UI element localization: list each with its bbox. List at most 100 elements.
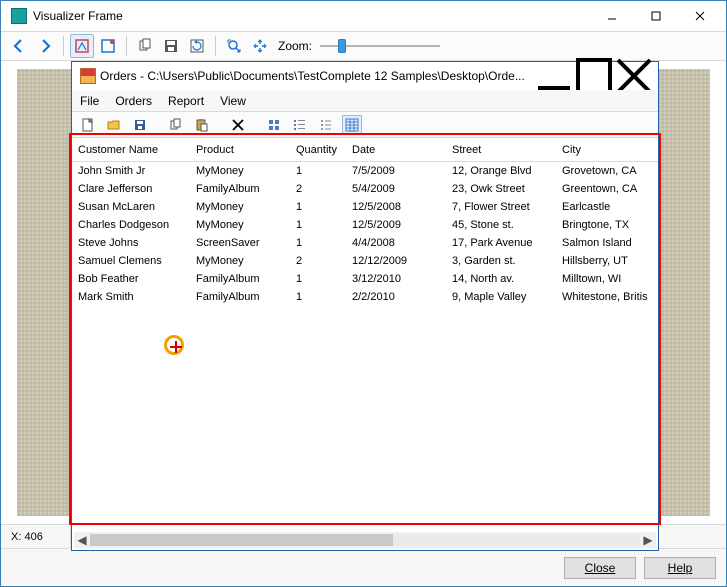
list-icon[interactable] [316, 115, 336, 135]
help-button[interactable]: Help [644, 557, 716, 579]
cell: FamilyAlbum [190, 183, 290, 195]
cell: 12/12/2009 [346, 255, 446, 267]
cell: 1 [290, 201, 346, 213]
cell: Hillsberry, UT [556, 255, 656, 267]
table-row[interactable]: Charles DodgesonMyMoney112/5/200945, Sto… [72, 216, 658, 234]
footer: Close Help [1, 548, 726, 586]
maximize-button[interactable] [634, 2, 678, 30]
save-button[interactable] [159, 34, 183, 58]
cell: 12/5/2008 [346, 201, 446, 213]
cell: 45, Stone st. [446, 219, 556, 231]
menu-view[interactable]: View [220, 94, 246, 108]
cell: 14, North av. [446, 273, 556, 285]
separator [126, 36, 127, 56]
cell: FamilyAlbum [190, 291, 290, 303]
nav-forward-button[interactable] [33, 34, 57, 58]
table-row[interactable]: Susan McLarenMyMoney112/5/20087, Flower … [72, 198, 658, 216]
cell: Whitestone, Britis [556, 291, 656, 303]
scroll-right-icon[interactable]: ▶ [640, 532, 656, 548]
details-icon[interactable] [342, 115, 362, 135]
menu-orders[interactable]: Orders [115, 94, 152, 108]
cell: MyMoney [190, 255, 290, 267]
separator [63, 36, 64, 56]
col-product[interactable]: Product [190, 144, 290, 156]
cell: Susan McLaren [72, 201, 190, 213]
table-row[interactable]: Clare JeffersonFamilyAlbum25/4/200923, O… [72, 180, 658, 198]
open-icon[interactable] [104, 115, 124, 135]
scroll-left-icon[interactable]: ◀ [74, 532, 90, 548]
app-icon [11, 8, 27, 24]
inner-maximize-button[interactable] [574, 63, 614, 89]
col-date[interactable]: Date [346, 144, 446, 156]
cell: ScreenSaver [190, 237, 290, 249]
inner-close-button[interactable] [614, 63, 654, 89]
table-row[interactable]: Mark SmithFamilyAlbum12/2/20109, Maple V… [72, 288, 658, 306]
cell: Steve Johns [72, 237, 190, 249]
orders-window: Orders - C:\Users\Public\Documents\TestC… [71, 61, 659, 551]
delete-icon[interactable] [228, 115, 248, 135]
cell: Samuel Clemens [72, 255, 190, 267]
zoom-fit-button[interactable] [222, 34, 246, 58]
cell: 1 [290, 165, 346, 177]
table-row[interactable]: John Smith JrMyMoney17/5/200912, Orange … [72, 162, 658, 180]
copy-icon[interactable] [166, 115, 186, 135]
cell: 2 [290, 255, 346, 267]
zoom-100-button[interactable] [248, 34, 272, 58]
horizontal-scrollbar[interactable]: ◀ ▶ [74, 532, 656, 548]
save-icon[interactable] [130, 115, 150, 135]
cell: Clare Jefferson [72, 183, 190, 195]
inner-titlebar: Orders - C:\Users\Public\Documents\TestC… [72, 62, 658, 90]
col-customer[interactable]: Customer Name [72, 144, 190, 156]
cell: 17, Park Avenue [446, 237, 556, 249]
cell: 1 [290, 237, 346, 249]
inner-menubar: File Orders Report View [72, 90, 658, 112]
col-street[interactable]: Street [446, 144, 556, 156]
menu-report[interactable]: Report [168, 94, 204, 108]
large-icons-icon[interactable] [264, 115, 284, 135]
table-row[interactable]: Samuel ClemensMyMoney212/12/20093, Garde… [72, 252, 658, 270]
canvas: Orders - C:\Users\Public\Documents\TestC… [1, 61, 726, 524]
highlight-button[interactable] [70, 34, 94, 58]
table-row[interactable]: Steve JohnsScreenSaver14/4/200817, Park … [72, 234, 658, 252]
inner-toolbar [72, 112, 658, 138]
click-marker-icon [164, 335, 184, 355]
cell: Milltown, WI [556, 273, 656, 285]
cell: 7/5/2009 [346, 165, 446, 177]
nav-back-button[interactable] [7, 34, 31, 58]
inner-minimize-button[interactable] [534, 63, 574, 89]
paste-icon[interactable] [192, 115, 212, 135]
copy-button[interactable] [133, 34, 157, 58]
cell: 2 [290, 183, 346, 195]
cell: 12, Orange Blvd [446, 165, 556, 177]
close-dialog-button[interactable]: Close [564, 557, 636, 579]
cell: MyMoney [190, 201, 290, 213]
cell: 7, Flower Street [446, 201, 556, 213]
minimize-button[interactable] [590, 2, 634, 30]
cell: MyMoney [190, 165, 290, 177]
cell: Charles Dodgeson [72, 219, 190, 231]
update-button[interactable] [185, 34, 209, 58]
orders-app-icon [80, 68, 96, 84]
cell: Salmon Island [556, 237, 656, 249]
cell: 1 [290, 219, 346, 231]
col-city[interactable]: City [556, 144, 656, 156]
small-icons-icon[interactable] [290, 115, 310, 135]
cell: Bringtone, TX [556, 219, 656, 231]
cell: 1 [290, 291, 346, 303]
orders-grid[interactable]: Customer Name Product Quantity Date Stre… [72, 138, 658, 550]
new-icon[interactable] [78, 115, 98, 135]
status-x: X: 406 [1, 525, 71, 548]
cell: Grovetown, CA [556, 165, 656, 177]
frame-button[interactable] [96, 34, 120, 58]
table-row[interactable]: Bob FeatherFamilyAlbum13/12/201014, Nort… [72, 270, 658, 288]
menu-file[interactable]: File [80, 94, 99, 108]
cell: 23, Owk Street [446, 183, 556, 195]
cell: 4/4/2008 [346, 237, 446, 249]
visualizer-window: Visualizer Frame Zoom: Orders - C:\Users… [0, 0, 727, 587]
cell: Bob Feather [72, 273, 190, 285]
close-button[interactable] [678, 2, 722, 30]
separator [215, 36, 216, 56]
zoom-slider[interactable] [320, 37, 440, 55]
cell: FamilyAlbum [190, 273, 290, 285]
col-quantity[interactable]: Quantity [290, 144, 346, 156]
